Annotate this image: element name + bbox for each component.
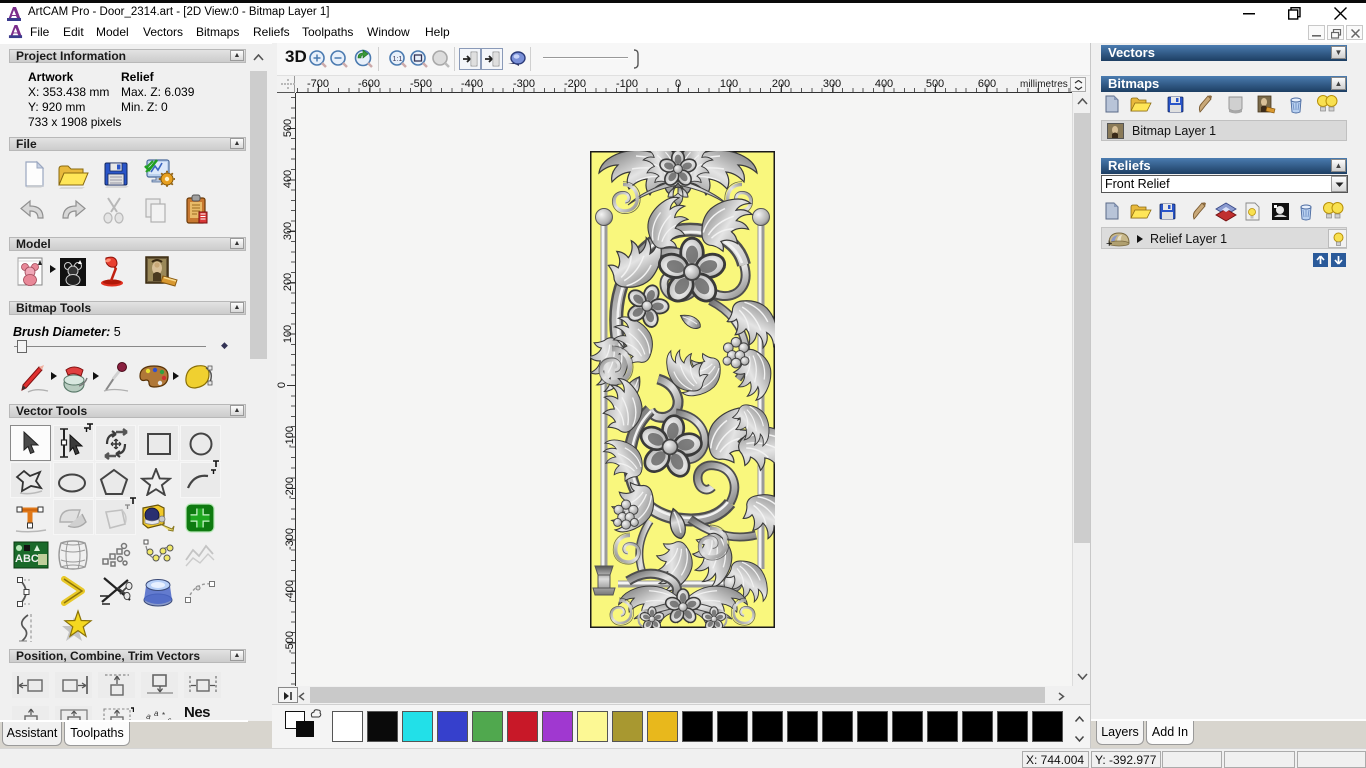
- svg-text:1:1: 1:1: [393, 56, 403, 63]
- svg-text:*: *: [162, 711, 165, 720]
- svg-text:a: a: [154, 710, 159, 718]
- svg-text:ABC: ABC: [15, 553, 39, 565]
